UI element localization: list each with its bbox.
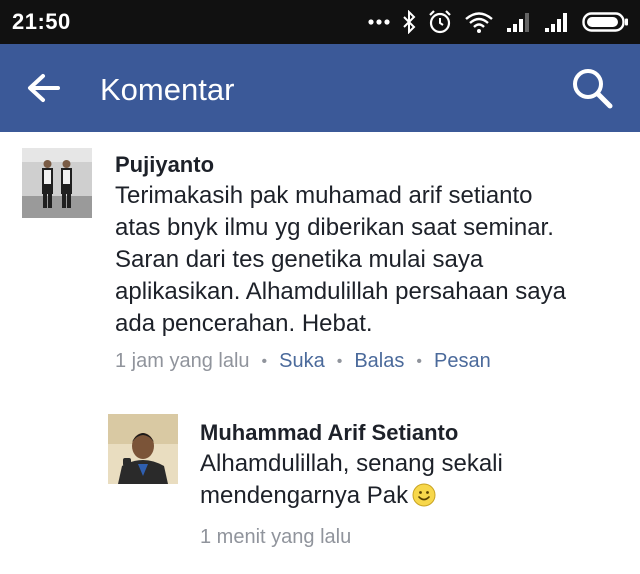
search-button[interactable] [568,64,616,112]
comment-timestamp: 1 jam yang lalu [115,350,250,372]
like-link[interactable]: Suka [279,350,325,373]
avatar[interactable] [22,148,92,218]
status-time: 21:50 [12,9,71,34]
reply-timestamp: 1 menit yang lalu [200,526,352,548]
comment-item: Pujiyanto Terimakasih pak muhamad arif s… [0,132,640,392]
comment-line: ada pencerahan. Hebat. [115,310,373,337]
reply-item: Muhammad Arif Setianto Alhamdulillah, se… [0,400,640,574]
signal-2-icon [544,11,570,33]
comment-line: Terimakasih pak muhamad arif setianto [115,182,533,209]
bluetooth-icon [402,10,416,34]
comment-line: atas bnyk ilmu yg diberikan saat seminar… [115,214,554,241]
comment-line: Saran dari tes genetika mulai saya [115,246,484,273]
comment-author[interactable]: Pujiyanto [115,152,214,178]
signal-1-icon [506,11,532,33]
reply-author[interactable]: Muhammad Arif Setianto [200,420,458,446]
more-dots-icon [368,18,390,26]
reply-line-text: mendengarnya Pak [200,482,409,509]
back-button[interactable] [24,70,68,106]
separator-dot: • [416,352,422,370]
battery-icon [582,11,630,33]
reply-link[interactable]: Balas [354,350,404,373]
reply-line: mendengarnya Pak [200,480,630,516]
app-bar: Komentar [0,44,640,132]
page-title: Komentar [100,72,235,107]
separator-dot: • [336,352,343,370]
message-link[interactable]: Pesan [434,350,491,373]
alarm-icon [428,10,452,34]
wifi-icon [464,11,494,33]
avatar[interactable] [108,414,178,484]
arrow-left-icon [24,74,68,110]
search-icon [568,69,616,116]
comment-line: aplikasikan. Alhamdulillah persahaan say… [115,278,566,305]
status-icons [368,8,630,36]
smiley-emoji-icon [412,483,436,516]
reply-meta: 1 menit yang lalu [200,526,351,549]
reply-text: Alhamdulillah, senang sekali mendengarny… [200,448,630,516]
status-bar: 21:50 [0,0,640,44]
comment-meta: 1 jam yang lalu • Suka • Balas • Pesan [115,350,491,373]
separator-dot: • [261,352,268,370]
comment-text: Terimakasih pak muhamad arif setianto at… [115,180,635,340]
reply-line: Alhamdulillah, senang sekali [200,450,503,477]
